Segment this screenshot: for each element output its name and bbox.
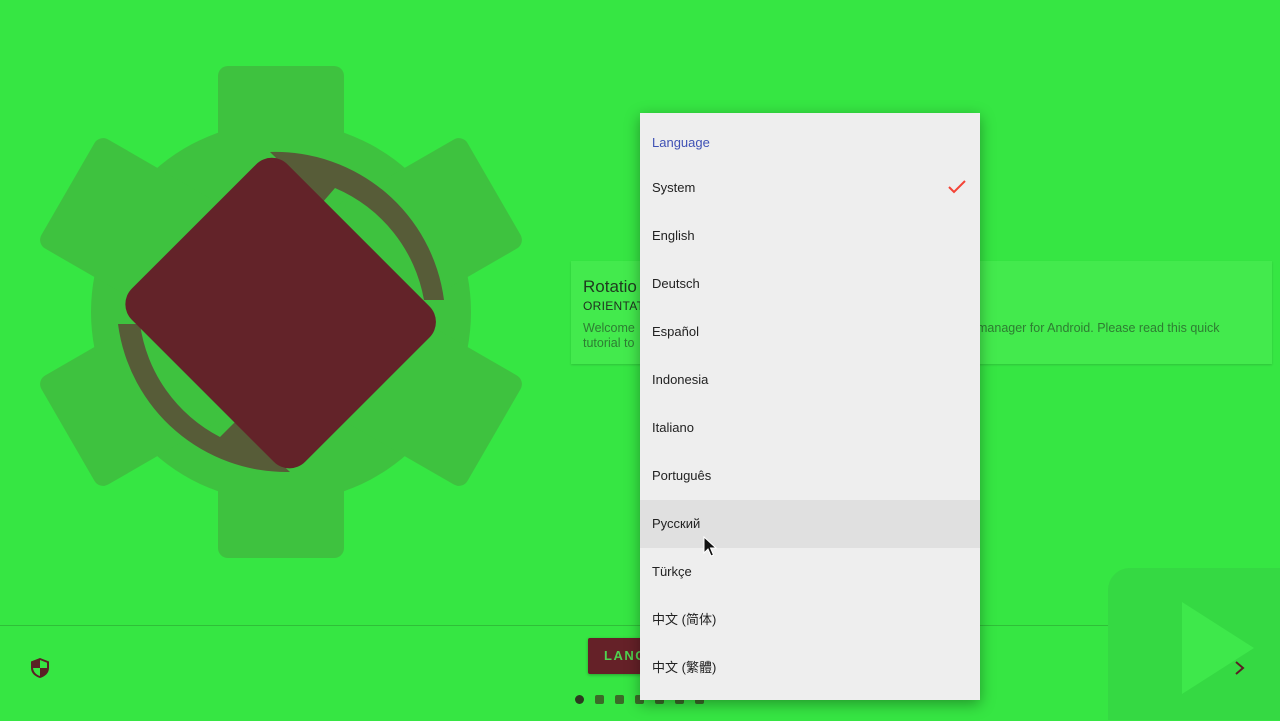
language-option-label: Deutsch: [652, 276, 700, 291]
language-option-label: English: [652, 228, 695, 243]
language-option-label: Русский: [652, 516, 701, 531]
language-option-label: Italiano: [652, 420, 694, 435]
mouse-cursor-icon: [703, 536, 718, 557]
language-option-deutsch[interactable]: Deutsch: [640, 260, 980, 308]
language-option-turkce[interactable]: Türkçe: [640, 548, 980, 596]
pager-dot[interactable]: [575, 695, 584, 704]
language-option-label: 中文 (繁體): [652, 660, 717, 675]
language-option-russian[interactable]: Русский: [640, 500, 980, 548]
pager-dot[interactable]: [615, 695, 624, 704]
language-option-label: Español: [652, 324, 699, 339]
language-menu: Language System English Deutsch Español …: [640, 113, 980, 700]
intro-description-right: manager for Android. Please read this qu…: [977, 321, 1220, 335]
intro-subtitle: ORIENTAT: [583, 299, 645, 313]
language-menu-header: Language: [652, 135, 710, 150]
language-option-label: Türkçe: [652, 564, 692, 579]
shield-icon[interactable]: [30, 657, 50, 679]
next-arrow-decoration: [1182, 602, 1254, 694]
language-option-italiano[interactable]: Italiano: [640, 404, 980, 452]
language-option-label: Indonesia: [652, 372, 709, 387]
language-option-chinese-simplified[interactable]: 中文 (简体): [640, 596, 980, 644]
pager-dot[interactable]: [595, 695, 604, 704]
language-option-label: System: [652, 180, 696, 195]
language-option-label: Português: [652, 468, 712, 483]
language-option-chinese-traditional[interactable]: 中文 (繁體): [640, 644, 980, 692]
gear-rotation-icon: [40, 66, 522, 558]
language-option-portugues[interactable]: Português: [640, 452, 980, 500]
chevron-right-icon[interactable]: [1233, 660, 1247, 676]
check-icon: [948, 180, 966, 194]
language-option-english[interactable]: English: [640, 212, 980, 260]
language-option-system[interactable]: System: [640, 164, 980, 212]
language-option-label: 中文 (简体): [652, 612, 717, 627]
language-option-espanol[interactable]: Español: [640, 308, 980, 356]
intro-description-left: Welcome tutorial to: [583, 321, 635, 350]
intro-title: Rotatio: [583, 277, 637, 296]
language-option-indonesia[interactable]: Indonesia: [640, 356, 980, 404]
